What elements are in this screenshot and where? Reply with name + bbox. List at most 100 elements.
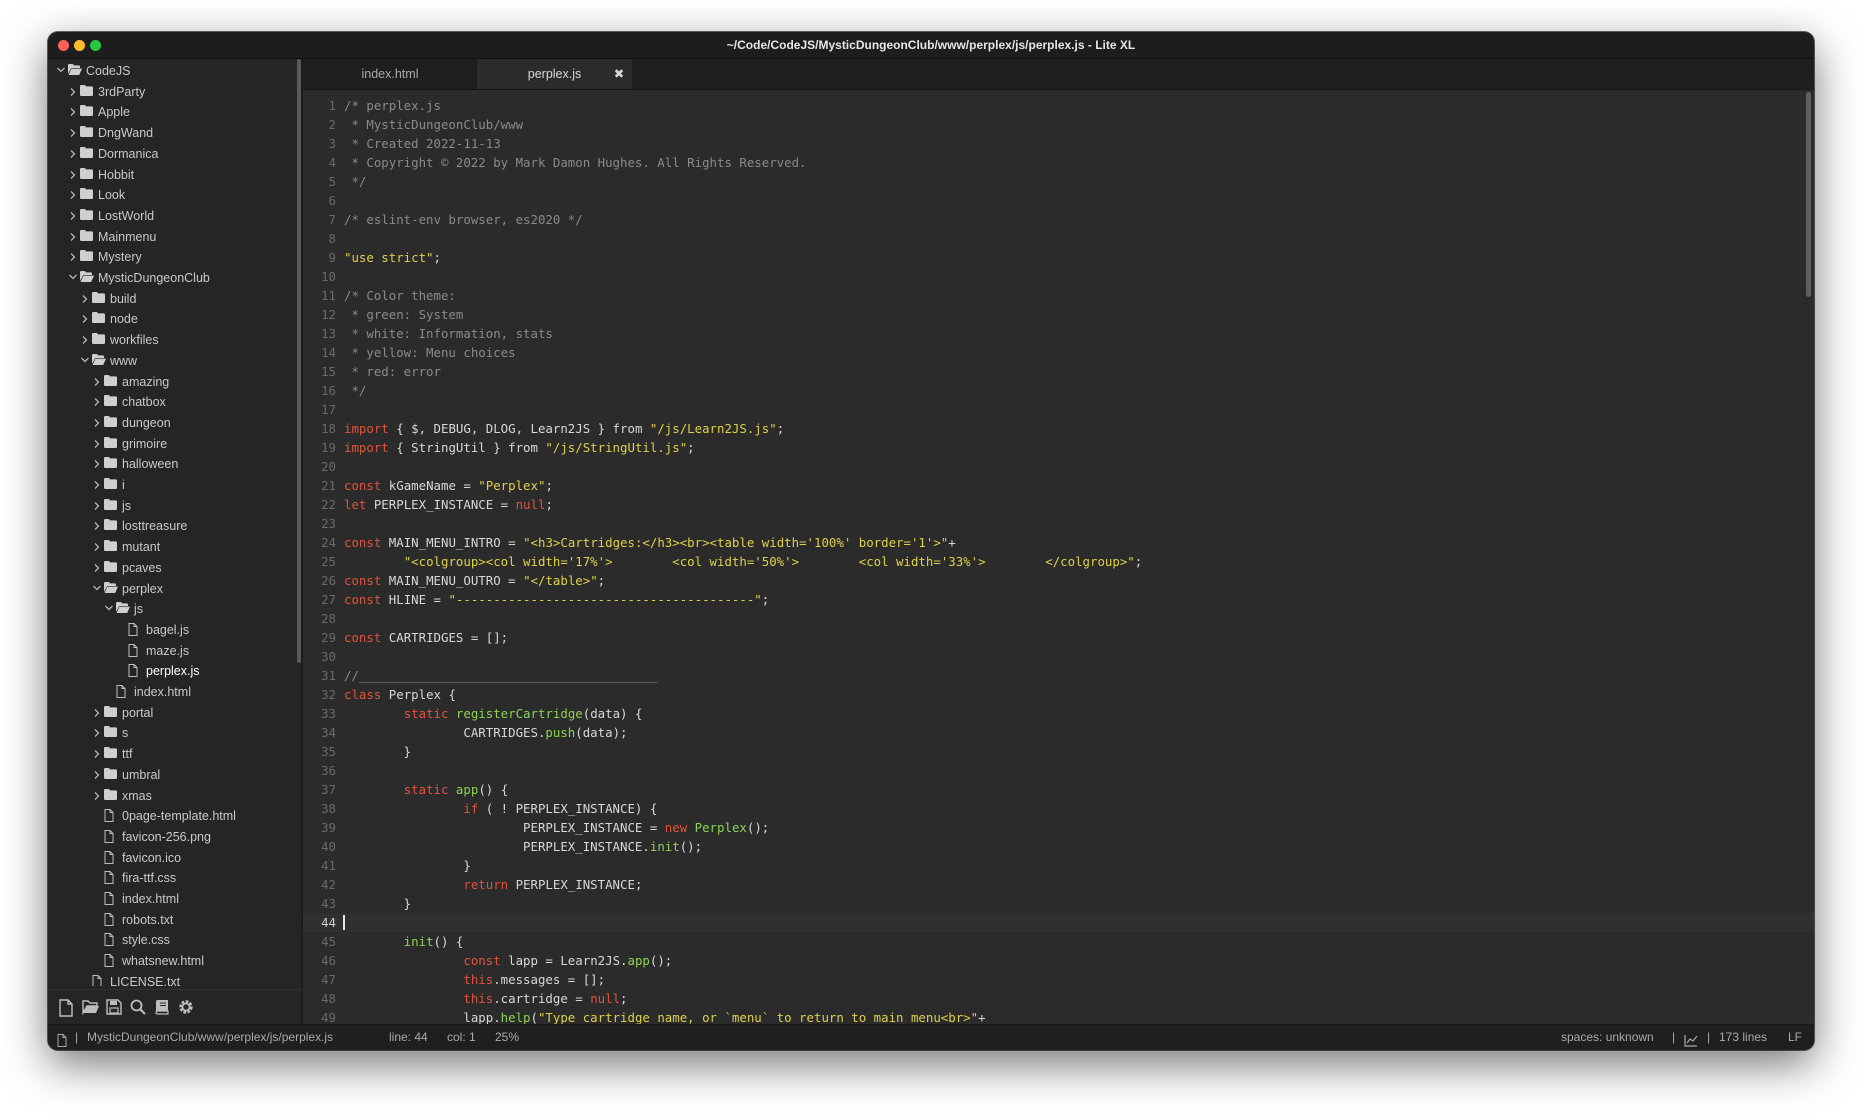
code-line[interactable]: 27 const HLINE = "-----------------------… — [303, 590, 1814, 609]
close-tab-icon[interactable]: ✖ — [612, 59, 626, 89]
chevron-right-icon[interactable] — [94, 791, 100, 800]
code-line[interactable]: 42 return PERPLEX_INSTANCE; — [303, 875, 1814, 894]
tree-folder[interactable]: perplex — [48, 579, 293, 599]
code-line[interactable]: 14 * yellow: Menu choices — [303, 343, 1814, 362]
code-line[interactable]: 43 } — [303, 894, 1814, 913]
tree-folder[interactable]: losttreasure — [48, 516, 293, 536]
code-line[interactable]: 13 * white: Information, stats — [303, 324, 1814, 343]
code-line[interactable]: 33 static registerCartridge(data) { — [303, 704, 1814, 723]
code-line[interactable]: 45 init() { — [303, 932, 1814, 951]
tree-folder[interactable]: js — [48, 599, 293, 619]
open-folder-button[interactable] — [82, 999, 100, 1017]
tree-folder[interactable]: xmas — [48, 786, 293, 806]
chevron-right-icon[interactable] — [94, 418, 100, 427]
tree-folder[interactable]: www — [48, 351, 293, 371]
tree-folder[interactable]: js — [48, 496, 293, 516]
chevron-right-icon[interactable] — [82, 315, 88, 324]
code-view[interactable]: 1/* perplex.js 2 * MysticDungeonClub/www 3… — [303, 90, 1814, 1024]
chevron-right-icon[interactable] — [94, 522, 100, 531]
chevron-down-icon[interactable] — [69, 274, 77, 280]
chevron-right-icon[interactable] — [94, 398, 100, 407]
tree-folder[interactable]: i — [48, 475, 293, 495]
tree-file[interactable]: bagel.js — [48, 620, 293, 640]
code-line[interactable]: 36 — [303, 761, 1814, 780]
tree-file[interactable]: maze.js — [48, 641, 293, 661]
chevron-right-icon[interactable] — [70, 232, 76, 241]
chevron-right-icon[interactable] — [82, 336, 88, 345]
tree-file[interactable]: index.html — [48, 889, 293, 909]
code-line[interactable]: 1 /* perplex.js — [303, 96, 1814, 115]
chevron-right-icon[interactable] — [94, 460, 100, 469]
chevron-right-icon[interactable] — [70, 129, 76, 138]
line-chart-icon[interactable] — [1684, 1031, 1698, 1047]
tree-folder[interactable]: MysticDungeonClub — [48, 268, 293, 288]
code-line[interactable]: 25 "<colgroup><col width='17%'> <col wid… — [303, 552, 1814, 571]
code-line[interactable]: 12 * green: System — [303, 305, 1814, 324]
code-line[interactable]: 11 /* Color theme: — [303, 286, 1814, 305]
code-line[interactable]: 7 /* eslint-env browser, es2020 */ — [303, 210, 1814, 229]
chevron-right-icon[interactable] — [94, 377, 100, 386]
code-line[interactable]: 31 //____________________________________… — [303, 666, 1814, 685]
code-line[interactable]: 5 */ — [303, 172, 1814, 191]
chevron-right-icon[interactable] — [70, 191, 76, 200]
code-line[interactable]: 19 import { StringUtil } from "/js/String… — [303, 438, 1814, 457]
chevron-right-icon[interactable] — [94, 750, 100, 759]
tree-folder[interactable]: grimoire — [48, 434, 293, 454]
code-line[interactable]: 26 const MAIN_MENU_OUTRO = "</table>"; — [303, 571, 1814, 590]
code-line[interactable]: 22 let PERPLEX_INSTANCE = null; — [303, 495, 1814, 514]
code-line[interactable]: 24 const MAIN_MENU_INTRO = "<h3>Cartridge… — [303, 533, 1814, 552]
chevron-right-icon[interactable] — [70, 149, 76, 158]
tree-file[interactable]: 0page-template.html — [48, 806, 293, 826]
tree-folder[interactable]: chatbox — [48, 392, 293, 412]
code-line[interactable]: 15 * red: error — [303, 362, 1814, 381]
code-line[interactable]: 8 — [303, 229, 1814, 248]
code-line[interactable]: 18 import { $, DEBUG, DLOG, Learn2JS } fr… — [303, 419, 1814, 438]
chevron-right-icon[interactable] — [70, 211, 76, 220]
chevron-right-icon[interactable] — [94, 770, 100, 779]
code-line[interactable]: 28 — [303, 609, 1814, 628]
tree-file[interactable]: LICENSE.txt — [48, 972, 293, 986]
tree-file[interactable]: index.html — [48, 682, 293, 702]
tree-folder[interactable]: node — [48, 309, 293, 329]
tab-perplex-js[interactable]: perplex.js ✖ — [477, 59, 632, 89]
find-button[interactable] — [130, 999, 148, 1017]
code-line[interactable]: 35 } — [303, 742, 1814, 761]
chevron-right-icon[interactable] — [94, 708, 100, 717]
chevron-right-icon[interactable] — [94, 439, 100, 448]
code-line[interactable]: 34 CARTRIDGES.push(data); — [303, 723, 1814, 742]
code-line[interactable]: 21 const kGameName = "Perplex"; — [303, 476, 1814, 495]
tree-folder[interactable]: Mystery — [48, 247, 293, 267]
tree-folder[interactable]: LostWorld — [48, 206, 293, 226]
chevron-down-icon[interactable] — [105, 605, 113, 611]
tree-folder[interactable]: CodeJS — [48, 61, 293, 81]
tree-file[interactable]: perplex.js — [48, 661, 293, 681]
code-line[interactable]: 37 static app() { — [303, 780, 1814, 799]
code-line[interactable]: 46 const lapp = Learn2JS.app(); — [303, 951, 1814, 970]
chevron-right-icon[interactable] — [70, 108, 76, 117]
code-line[interactable]: 44 — [303, 913, 1814, 932]
tree-file[interactable]: favicon.ico — [48, 848, 293, 868]
tree-file[interactable]: style.css — [48, 930, 293, 950]
code-line[interactable]: 16 */ — [303, 381, 1814, 400]
tree-folder[interactable]: amazing — [48, 372, 293, 392]
code-editor[interactable]: 1/* perplex.js 2 * MysticDungeonClub/www 3… — [303, 90, 1814, 1024]
chevron-right-icon[interactable] — [82, 294, 88, 303]
code-line[interactable]: 49 lapp.help("Type cartridge name, or `m… — [303, 1008, 1814, 1024]
code-line[interactable]: 40 PERPLEX_INSTANCE.init(); — [303, 837, 1814, 856]
status-file-path[interactable]: MysticDungeonClub/www/perplex/js/perplex… — [87, 1025, 333, 1050]
code-line[interactable]: 3 * Created 2022-11-13 — [303, 134, 1814, 153]
chevron-right-icon[interactable] — [94, 543, 100, 552]
code-line[interactable]: 23 — [303, 514, 1814, 533]
code-line[interactable]: 6 — [303, 191, 1814, 210]
tree-folder[interactable]: halloween — [48, 454, 293, 474]
code-line[interactable]: 47 this.messages = []; — [303, 970, 1814, 989]
tree-file[interactable]: favicon-256.png — [48, 827, 293, 847]
code-line[interactable]: 29 const CARTRIDGES = []; — [303, 628, 1814, 647]
code-line[interactable]: 38 if ( ! PERPLEX_INSTANCE) { — [303, 799, 1814, 818]
tree-folder[interactable]: 3rdParty — [48, 82, 293, 102]
code-line[interactable]: 30 — [303, 647, 1814, 666]
chevron-down-icon[interactable] — [93, 585, 101, 591]
chevron-down-icon[interactable] — [57, 67, 65, 73]
chevron-right-icon[interactable] — [70, 87, 76, 96]
tree-folder[interactable]: Hobbit — [48, 165, 293, 185]
